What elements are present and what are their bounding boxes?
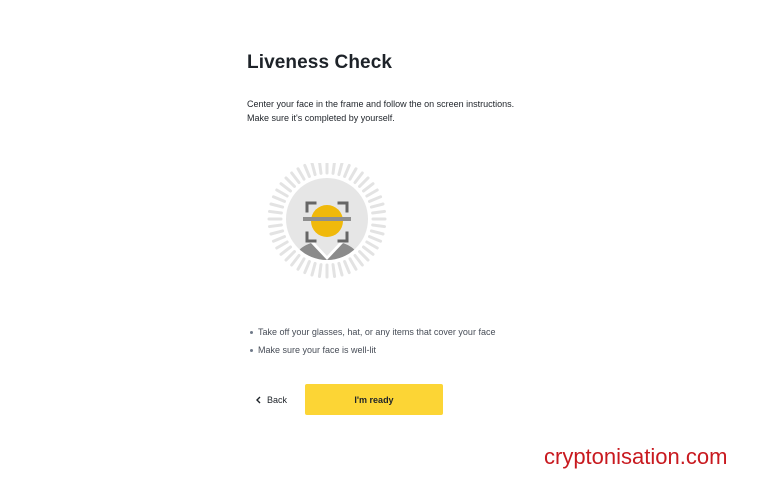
progress-tick (271, 195, 286, 203)
tip-text: Take off your glasses, hat, or any items… (258, 327, 496, 337)
progress-tick (296, 257, 306, 271)
bullet-icon (250, 330, 253, 334)
progress-tick (275, 240, 289, 250)
progress-tick (369, 202, 385, 209)
progress-tick (317, 160, 323, 175)
liveness-check-page: Liveness Check Center your face in the f… (0, 0, 760, 480)
progress-tick (361, 182, 375, 193)
watermark-text: cryptonisation.com (544, 444, 728, 469)
progress-tick (365, 188, 379, 198)
progress-tick (348, 257, 358, 271)
progress-tick (268, 223, 283, 229)
scan-line (303, 217, 351, 221)
progress-tick (284, 176, 296, 188)
ready-label: I'm ready (354, 394, 394, 405)
progress-tick (271, 235, 286, 243)
progress-tick (353, 253, 364, 267)
progress-tick (371, 209, 386, 215)
bullet-icon (250, 348, 253, 352)
progress-tick (317, 263, 323, 278)
progress-tick (358, 250, 370, 262)
ready-button[interactable]: I'm ready (305, 384, 443, 415)
progress-tick (310, 261, 317, 277)
progress-tick (279, 182, 293, 193)
progress-tick (361, 245, 375, 256)
progress-tick (337, 261, 344, 277)
progress-tick (268, 209, 283, 215)
progress-tick (303, 260, 311, 275)
progress-tick (368, 195, 383, 203)
page-title: Liveness Check (247, 52, 393, 73)
list-item: Take off your glasses, hat, or any items… (250, 326, 495, 338)
progress-tick (290, 171, 301, 185)
progress-tick (269, 202, 285, 209)
back-button[interactable]: Back (254, 390, 287, 410)
progress-tick (337, 161, 344, 177)
instructions-line-2: Make sure it's completed by yourself. (247, 113, 395, 123)
instructions-text: Center your face in the frame and follow… (247, 97, 567, 125)
face-scan-illustration (265, 159, 389, 287)
progress-tick (343, 260, 351, 275)
progress-tick (275, 188, 289, 198)
tips-list: Take off your glasses, hat, or any items… (250, 326, 495, 362)
progress-tick (279, 245, 293, 256)
progress-tick (369, 229, 385, 236)
tip-text: Make sure your face is well-lit (258, 345, 377, 355)
progress-tick (343, 163, 351, 178)
progress-tick (331, 160, 337, 175)
face-scan-icon (267, 159, 387, 279)
progress-tick (296, 167, 306, 181)
progress-tick (331, 263, 337, 278)
chevron-left-icon (256, 396, 261, 404)
progress-tick (310, 161, 317, 177)
progress-tick (284, 250, 296, 262)
instructions-line-1: Center your face in the frame and follow… (247, 99, 515, 109)
progress-tick (371, 223, 386, 229)
list-item: Make sure your face is well-lit (250, 344, 495, 356)
progress-tick (368, 235, 383, 243)
progress-tick (365, 240, 379, 250)
progress-tick (290, 253, 301, 267)
progress-tick (269, 229, 285, 236)
back-label: Back (267, 395, 288, 405)
progress-tick (303, 163, 311, 178)
progress-tick (348, 167, 358, 181)
progress-tick (353, 171, 364, 185)
progress-tick (358, 176, 370, 188)
